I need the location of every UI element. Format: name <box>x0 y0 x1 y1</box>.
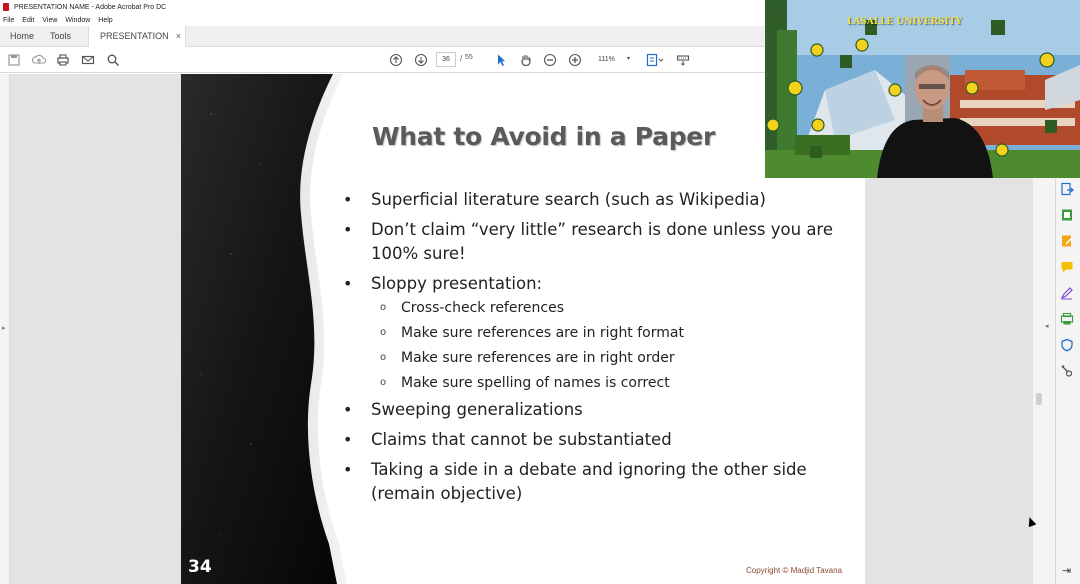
select-cursor-icon[interactable] <box>494 53 508 67</box>
page-number-input[interactable]: 36 <box>436 52 456 67</box>
sub-bullet-item: Cross-check references <box>343 298 843 318</box>
page-down-icon[interactable] <box>414 53 428 67</box>
more-tools-icon[interactable] <box>1060 364 1074 378</box>
organize-pages-icon[interactable] <box>1060 312 1074 326</box>
export-pdf-icon[interactable] <box>1060 182 1074 196</box>
webcam-overlay: LASALLE UNIVERSITY <box>765 0 1080 178</box>
hand-icon[interactable] <box>519 53 533 67</box>
menu-bar: File Edit View Window Help <box>0 14 121 26</box>
bullet-item: Superficial literature search (such as W… <box>343 188 843 212</box>
zoom-select[interactable]: 111% ▾ <box>592 52 634 67</box>
menu-view[interactable]: View <box>42 17 57 24</box>
keyboard-icon[interactable] <box>676 53 690 67</box>
menu-help[interactable]: Help <box>98 17 112 24</box>
bullet-item: Sloppy presentation: <box>343 272 843 296</box>
left-panel-expand-icon[interactable]: ▸ <box>2 324 6 332</box>
create-pdf-icon[interactable] <box>1060 208 1074 222</box>
page-separator: / <box>460 54 463 63</box>
bullet-item: Taking a side in a debate and ignoring t… <box>343 458 843 506</box>
slide-title: What to Avoid in a Paper <box>372 122 715 151</box>
protect-icon[interactable] <box>1060 338 1074 352</box>
collapse-tools-pane-icon[interactable]: ⇥ <box>1062 564 1071 577</box>
slide-bullet-list: Superficial literature search (such as W… <box>343 188 843 512</box>
tab-document[interactable]: PRESENTATION NA... × <box>88 26 186 62</box>
webcam-sign-text: LASALLE UNIVERSITY <box>847 17 962 27</box>
save-icon[interactable] <box>7 53 21 67</box>
bullet-item: Don’t claim “very little” research is do… <box>343 218 843 266</box>
tab-home[interactable]: Home <box>10 26 34 47</box>
menu-file[interactable]: File <box>3 17 14 24</box>
zoom-caret-icon: ▾ <box>626 56 630 62</box>
slide-number: 34 <box>188 557 212 577</box>
tab-tools[interactable]: Tools <box>50 26 71 47</box>
bullet-item: Sweeping generalizations <box>343 398 843 422</box>
sub-bullet-item: Make sure references are in right order <box>343 348 843 368</box>
email-icon[interactable] <box>81 53 95 67</box>
fit-page-icon[interactable] <box>646 53 664 67</box>
slide-page: What to Avoid in a Paper Superficial lit… <box>181 74 865 584</box>
upload-icon[interactable] <box>32 53 46 67</box>
zoom-out-icon[interactable] <box>543 53 557 67</box>
left-panel-collapsed[interactable]: ▸ <box>0 74 10 584</box>
menu-window[interactable]: Window <box>65 17 90 24</box>
fill-sign-icon[interactable] <box>1060 286 1074 300</box>
page-total: 55 <box>465 54 473 61</box>
edit-pdf-icon[interactable] <box>1060 234 1074 248</box>
zoom-in-icon[interactable] <box>568 53 582 67</box>
tab-close-icon[interactable]: × <box>176 26 181 47</box>
scrollbar-thumb[interactable] <box>1036 393 1042 405</box>
search-icon[interactable] <box>106 53 120 67</box>
sub-bullet-item: Make sure references are in right format <box>343 323 843 343</box>
bullet-item: Claims that cannot be substantiated <box>343 428 843 452</box>
menu-edit[interactable]: Edit <box>22 17 34 24</box>
right-pane-collapse-icon[interactable]: ◂ <box>1045 322 1049 330</box>
slide-copyright: Copyright © Madjid Tavana <box>746 566 843 575</box>
acrobat-app-icon <box>3 3 9 11</box>
comment-icon[interactable] <box>1060 260 1074 274</box>
window-title: PRESENTATION NAME - Adobe Acrobat Pro DC <box>14 3 167 11</box>
page-up-icon[interactable] <box>389 53 403 67</box>
zoom-value: 111% <box>598 56 615 63</box>
print-icon[interactable] <box>56 53 70 67</box>
sub-bullet-item: Make sure spelling of names is correct <box>343 373 843 393</box>
